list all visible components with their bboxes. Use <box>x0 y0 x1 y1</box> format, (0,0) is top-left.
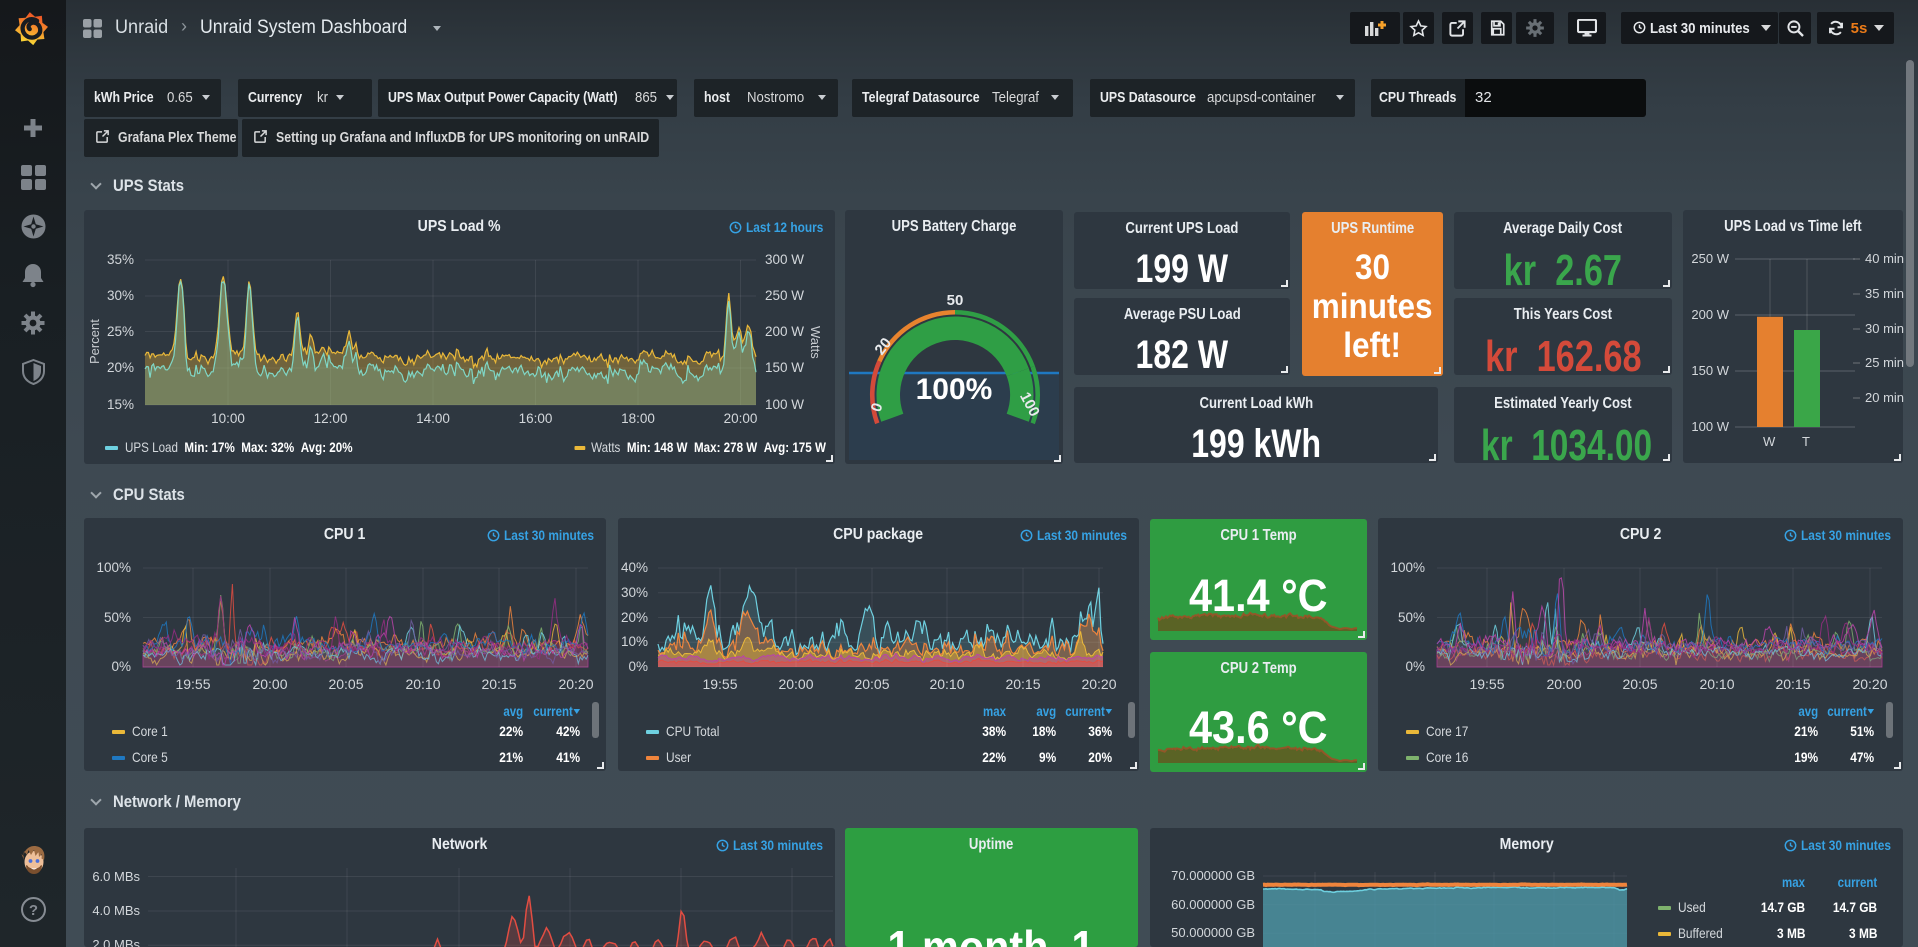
svg-text:?: ? <box>29 902 38 919</box>
